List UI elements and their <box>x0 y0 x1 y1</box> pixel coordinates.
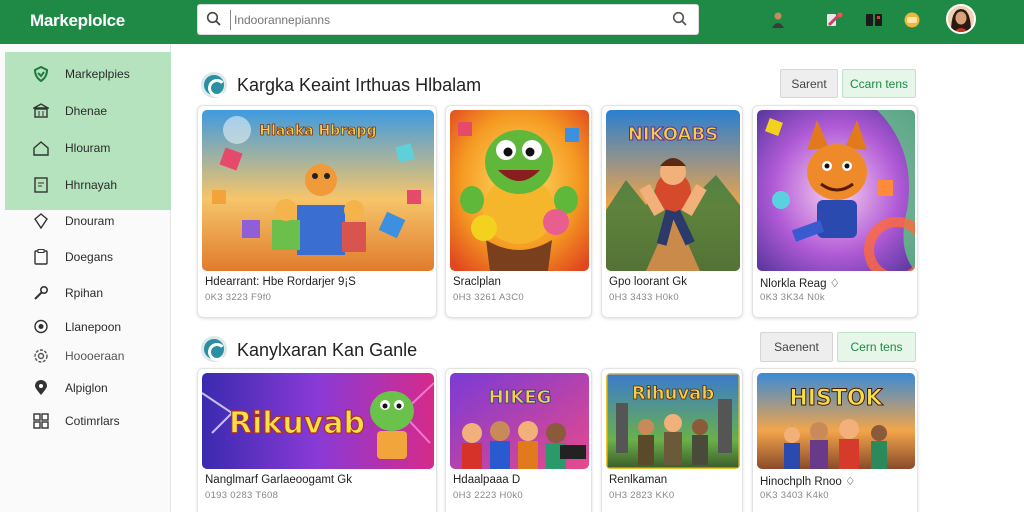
section-title: Kanylxaran Kan Ganle <box>237 340 418 360</box>
sidebar-item-hlouram[interactable]: Hlouram <box>5 130 171 166</box>
game-card[interactable]: HISTOK Hinochplh Rnoo ♢ 0K3 3403 K4k0 <box>752 368 918 512</box>
gear-icon <box>33 348 49 364</box>
section-logo-icon <box>201 336 227 362</box>
bank-icon <box>31 103 51 119</box>
user-icon[interactable] <box>767 9 789 31</box>
top-bar: Markeplolce <box>0 0 1024 44</box>
section-logo-icon <box>201 72 227 98</box>
tag-icon <box>33 213 49 230</box>
sidebar-item-dhenae[interactable]: Dhenae <box>5 93 171 129</box>
card-meta: 0K3 3223 F9f0 <box>205 292 272 303</box>
card-title: Hdearrant: Hbe Rordarjer 9¡S <box>205 276 356 288</box>
search-bar[interactable] <box>197 4 699 35</box>
game-thumbnail: HIKEG <box>450 373 589 469</box>
game-card[interactable]: Sraclplan 0H3 3261 A3C0 <box>445 105 592 318</box>
thumb-title: Rihuvab <box>632 383 715 404</box>
game-card[interactable]: Nlorkla Reag ♢ 0K3 3K34 N0k <box>752 105 918 318</box>
sort-button[interactable]: Sarent <box>780 69 838 98</box>
game-thumbnail: HISTOK <box>757 373 915 469</box>
sidebar-item-hoooeraan[interactable]: Hoooeraan <box>5 338 171 374</box>
search-icon <box>206 11 222 32</box>
location-icon <box>33 380 49 396</box>
card-title: Hinochplh Rnoo ♢ <box>760 476 856 488</box>
card-title: Hdaalpaaa D <box>453 474 521 486</box>
avatar[interactable] <box>946 4 976 34</box>
card-title: Nlorkla Reag ♢ <box>760 278 840 290</box>
wrench-icon <box>33 285 49 301</box>
home-icon <box>33 140 49 156</box>
game-thumbnail: Rihuvab <box>606 373 740 469</box>
sidebar-item-rpihan[interactable]: Rpihan <box>5 275 171 311</box>
game-card[interactable]: Rikuvab Nanglmarf Garlaeoogamt Gk 0193 0… <box>197 368 437 512</box>
sidebar: Markeplpies Dhenae Hlouram Hhrnayah Dnou… <box>0 44 171 512</box>
game-card[interactable]: NIKOABS Gpo loorant Gk 0H3 3433 H0k0 <box>601 105 743 318</box>
sidebar-item-doegans[interactable]: Doegans <box>5 239 171 275</box>
document-icon <box>33 177 49 193</box>
sidebar-item-dnouram[interactable]: Dnouram <box>5 203 171 239</box>
card-meta: 0193 0283 T608 <box>205 490 279 501</box>
card-meta: 0H3 2223 H0k0 <box>453 490 523 501</box>
card-meta: 0K3 3403 K4k0 <box>760 490 829 501</box>
game-thumbnail: Hlaaka Hbrapg <box>202 110 434 271</box>
tools-icon[interactable] <box>824 9 846 31</box>
thumb-title: Hlaaka Hbrapg <box>259 123 376 139</box>
coin-icon[interactable] <box>901 9 923 31</box>
earn-items-button[interactable]: Cern tens <box>837 332 916 362</box>
apps-icon <box>33 413 49 429</box>
clipboard-icon <box>33 249 49 265</box>
card-meta: 0H3 3261 A3C0 <box>453 292 524 303</box>
thumb-title: HIKEG <box>489 387 552 408</box>
sidebar-item-alpiglon[interactable]: Alpiglon <box>5 370 171 406</box>
sort-button[interactable]: Saenent <box>760 332 833 362</box>
shield-icon <box>33 65 49 83</box>
game-card[interactable]: Hlaaka Hbrapg Hdearrant: Hbe Rordarjer 9… <box>197 105 437 318</box>
game-thumbnail: Rikuvab <box>202 373 434 469</box>
thumb-title: HISTOK <box>789 386 883 411</box>
device-icon[interactable] <box>863 9 885 31</box>
game-thumbnail <box>757 110 915 271</box>
game-thumbnail <box>450 110 589 271</box>
earn-items-button[interactable]: Ccarn tens <box>842 69 916 98</box>
sidebar-item-markeplpies[interactable]: Markeplpies <box>5 56 171 92</box>
search-submit-icon[interactable] <box>672 11 688 32</box>
card-title: Renlkaman <box>609 474 668 486</box>
game-card[interactable]: Rihuvab Renlkaman 0H3 2823 KK0 <box>601 368 743 512</box>
brand-logo[interactable]: Markeplolce <box>30 11 125 31</box>
thumb-title: Rikuvab <box>229 406 365 441</box>
sidebar-item-hhrnayah[interactable]: Hhrnayah <box>5 167 171 203</box>
sidebar-item-cotimrlars[interactable]: Cotimrlars <box>5 403 171 439</box>
thumb-title: NIKOABS <box>628 124 718 145</box>
chat-icon <box>33 319 49 335</box>
search-input[interactable] <box>230 10 650 30</box>
card-meta: 0H3 3433 H0k0 <box>609 292 679 303</box>
card-meta: 0H3 2823 KK0 <box>609 490 675 501</box>
card-title: Sraclplan <box>453 276 501 288</box>
section-title: Kargka Keaint Irthuas Hlbalam <box>237 75 482 95</box>
card-meta: 0K3 3K34 N0k <box>760 292 825 303</box>
main-content: Kargka Keaint Irthuas Hlbalam Sarent Cca… <box>171 44 1024 512</box>
card-title: Gpo loorant Gk <box>609 276 687 288</box>
card-title: Nanglmarf Garlaeoogamt Gk <box>205 474 353 486</box>
game-thumbnail: NIKOABS <box>606 110 740 271</box>
game-card[interactable]: HIKEG Hdaalpaaa D 0H3 2223 H0k0 <box>445 368 592 512</box>
